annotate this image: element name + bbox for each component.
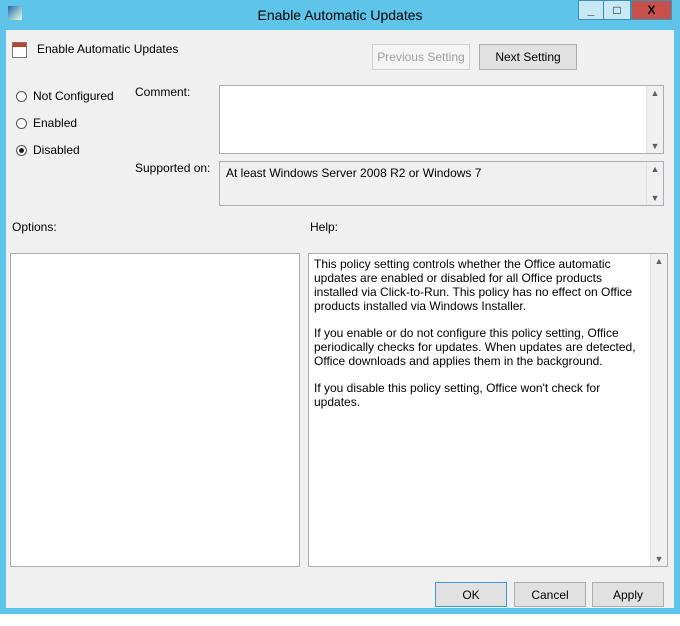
comment-label: Comment: — [135, 85, 191, 99]
next-setting-button[interactable]: Next Setting — [479, 44, 577, 70]
radio-disabled[interactable]: Disabled — [16, 143, 80, 157]
background-page — [0, 614, 680, 626]
scroll-down-icon[interactable]: ▼ — [651, 554, 667, 564]
dialog-body: Enable Automatic Updates Previous Settin… — [6, 30, 674, 608]
comment-scrollbar[interactable]: ▲ ▼ — [646, 86, 663, 153]
previous-setting-button[interactable]: Previous Setting — [372, 44, 470, 70]
radio-label: Enabled — [33, 116, 78, 130]
scroll-up-icon[interactable]: ▲ — [651, 256, 667, 266]
help-panel: This policy setting controls whether the… — [308, 253, 668, 567]
scroll-down-icon[interactable]: ▼ — [647, 193, 663, 203]
apply-button[interactable]: Apply — [592, 582, 664, 607]
cancel-button[interactable]: Cancel — [514, 582, 586, 607]
scroll-down-icon[interactable]: ▼ — [647, 141, 663, 151]
help-paragraph: This policy setting controls whether the… — [314, 257, 633, 313]
supported-on-value: At least Windows Server 2008 R2 or Windo… — [226, 166, 482, 180]
title-bar[interactable]: Enable Automatic Updates _ □ X — [0, 0, 680, 30]
radio-circle-selected — [16, 144, 27, 156]
radio-circle — [16, 90, 27, 102]
help-paragraph: If you enable or do not configure this p… — [314, 326, 636, 368]
supported-on-field: At least Windows Server 2008 R2 or Windo… — [219, 161, 664, 206]
options-panel — [10, 253, 300, 567]
policy-icon — [12, 42, 27, 58]
close-button[interactable]: X — [631, 0, 672, 20]
radio-label: Not Configured — [33, 89, 114, 103]
supported-scrollbar[interactable]: ▲ ▼ — [646, 162, 663, 205]
radio-label: Disabled — [33, 143, 80, 157]
comment-input[interactable]: ▲ ▼ — [219, 85, 664, 154]
ok-button[interactable]: OK — [435, 582, 507, 607]
minimize-button[interactable]: _ — [578, 0, 604, 20]
scroll-up-icon[interactable]: ▲ — [647, 164, 663, 174]
radio-circle — [16, 117, 27, 129]
options-label: Options: — [12, 220, 57, 234]
radio-enabled[interactable]: Enabled — [16, 116, 77, 130]
dialog-window: Enable Automatic Updates _ □ X Enable Au… — [0, 0, 680, 614]
radio-not-configured[interactable]: Not Configured — [16, 89, 114, 103]
scroll-up-icon[interactable]: ▲ — [647, 88, 663, 98]
policy-title: Enable Automatic Updates — [37, 42, 179, 56]
help-scrollbar[interactable]: ▲ ▼ — [650, 254, 667, 566]
maximize-button[interactable]: □ — [603, 0, 631, 20]
supported-on-label: Supported on: — [135, 161, 211, 175]
help-label: Help: — [310, 220, 339, 234]
help-paragraph: If you disable this policy setting, Offi… — [314, 381, 601, 409]
